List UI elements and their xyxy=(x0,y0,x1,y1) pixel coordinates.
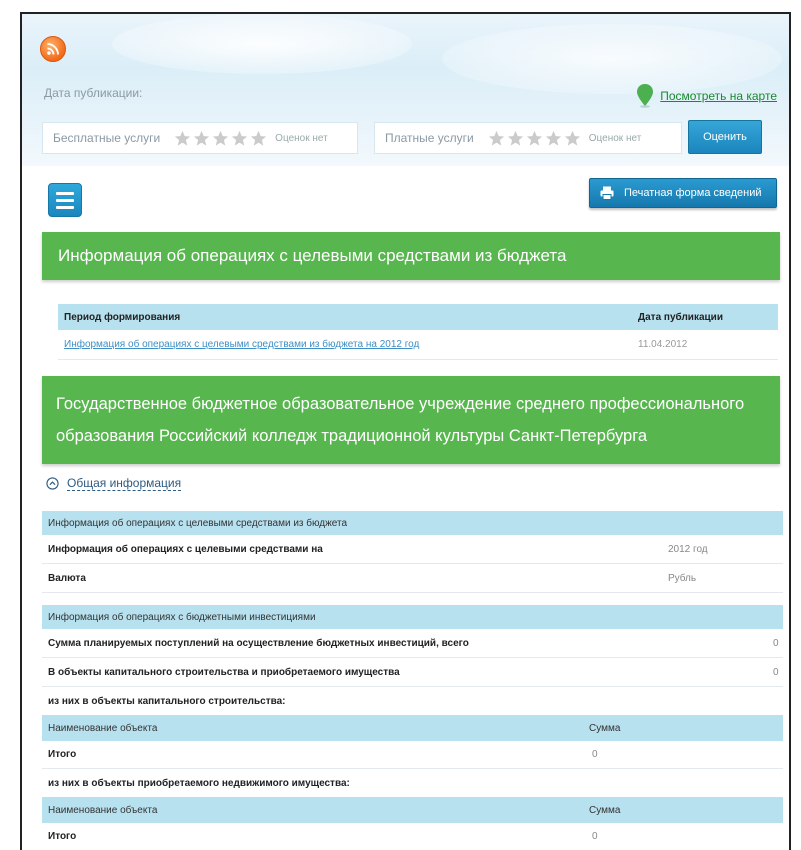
collapse-circle-icon xyxy=(46,477,59,490)
total-label: Итого xyxy=(48,831,77,842)
section-header: Информация об операциях с целевыми средс… xyxy=(42,511,783,535)
capital-objects-label: В объекты капитального строительства и п… xyxy=(48,666,400,678)
table-row: Сумма планируемых поступлений на осущест… xyxy=(42,629,783,658)
free-services-label: Бесплатные услуги xyxy=(53,131,161,145)
view-on-map-link[interactable]: Посмотреть на карте xyxy=(660,89,777,103)
star-icon[interactable] xyxy=(212,130,229,147)
section-title-banner: Информация об операциях с целевыми средс… xyxy=(42,232,780,280)
total-value: 0 xyxy=(592,749,598,760)
currency-label: Валюта xyxy=(48,572,86,584)
menu-button[interactable] xyxy=(48,183,82,217)
total-row: Итого 0 xyxy=(42,823,783,850)
column-header-sum: Сумма xyxy=(589,722,621,734)
total-label: Итого xyxy=(48,749,77,760)
free-rating-stars[interactable] xyxy=(174,130,267,147)
operations-value: 2012 год xyxy=(668,543,708,555)
reports-table: Период формирования Дата публикации Инфо… xyxy=(58,304,778,360)
table-row: Информация об операциях с целевыми средс… xyxy=(58,330,778,360)
total-row: Итого 0 xyxy=(42,741,783,769)
column-header-object-name: Наименование объекта xyxy=(48,804,158,816)
table-row: Валюта Рубль xyxy=(42,564,783,593)
star-icon[interactable] xyxy=(193,130,210,147)
print-form-label: Печатная форма сведений xyxy=(624,187,762,199)
subtable-header: Наименование объекта Сумма xyxy=(42,715,783,741)
header-area: Дата публикации: Посмотреть на карте Бес… xyxy=(22,14,789,166)
star-icon[interactable] xyxy=(231,130,248,147)
paid-services-rating: Платные услуги Оценок нет xyxy=(374,122,682,154)
star-icon[interactable] xyxy=(488,130,505,147)
subtable-header: Наименование объекта Сумма xyxy=(42,797,783,823)
subsection-title: из них в объекты приобретаемого недвижим… xyxy=(48,777,350,789)
free-rating-count: Оценок нет xyxy=(275,132,328,144)
header-cloud-decoration xyxy=(112,14,412,74)
planned-investments-value: 0 xyxy=(773,637,779,649)
reports-table-header: Период формирования Дата публикации xyxy=(58,304,778,330)
paid-rating-count: Оценок нет xyxy=(588,132,642,144)
map-link-container[interactable]: Посмотреть на карте xyxy=(636,84,777,108)
institution-title-banner: Государственное бюджетное образовательно… xyxy=(42,376,780,464)
free-services-rating: Бесплатные услуги Оценок нет xyxy=(42,122,358,154)
paid-services-label: Платные услуги xyxy=(385,131,474,145)
currency-value: Рубль xyxy=(668,572,697,584)
section-header: Информация об операциях с бюджетными инв… xyxy=(42,605,783,629)
table-row: Информация об операциях с целевыми средс… xyxy=(42,535,783,564)
subsection-title: из них в объекты капитального строительс… xyxy=(48,695,286,707)
star-icon[interactable] xyxy=(545,130,562,147)
star-icon[interactable] xyxy=(526,130,543,147)
page-frame: Дата публикации: Посмотреть на карте Бес… xyxy=(20,12,791,850)
star-icon[interactable] xyxy=(507,130,524,147)
column-header-object-name: Наименование объекта xyxy=(48,722,158,734)
paid-rating-stars[interactable] xyxy=(488,130,581,147)
column-header-period: Период формирования xyxy=(64,311,181,323)
details-table: Информация об операциях с целевыми средс… xyxy=(42,511,783,850)
publication-date-label: Дата публикации: xyxy=(44,86,143,100)
operations-label: Информация об операциях с целевыми средс… xyxy=(48,543,323,555)
star-icon[interactable] xyxy=(174,130,191,147)
report-date: 11.04.2012 xyxy=(638,339,688,350)
general-info-toggle[interactable]: Общая информация xyxy=(46,476,182,491)
star-icon[interactable] xyxy=(250,130,267,147)
rss-icon[interactable] xyxy=(40,36,66,62)
planned-investments-label: Сумма планируемых поступлений на осущест… xyxy=(48,637,469,649)
column-header-sum: Сумма xyxy=(589,804,621,816)
table-row: В объекты капитального строительства и п… xyxy=(42,658,783,687)
column-header-date: Дата публикации xyxy=(638,311,723,323)
menu-icon xyxy=(56,191,74,195)
capital-objects-value: 0 xyxy=(773,666,779,678)
print-form-button[interactable]: Печатная форма сведений xyxy=(589,178,777,208)
map-pin-icon xyxy=(637,84,654,108)
star-icon[interactable] xyxy=(564,130,581,147)
printer-icon xyxy=(600,186,614,200)
total-value: 0 xyxy=(592,831,598,842)
rate-button[interactable]: Оценить xyxy=(688,120,762,154)
menu-icon xyxy=(56,205,74,209)
report-link[interactable]: Информация об операциях с целевыми средс… xyxy=(58,339,638,350)
menu-icon xyxy=(56,198,74,202)
general-info-label[interactable]: Общая информация xyxy=(67,476,182,491)
